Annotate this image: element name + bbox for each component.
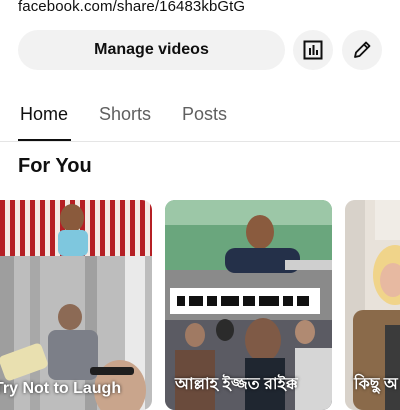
short-title: Try Not to Laugh <box>0 380 122 397</box>
tab-posts[interactable]: Posts <box>182 104 227 125</box>
tab-shorts[interactable]: Shorts <box>99 104 151 125</box>
tabs-divider <box>0 141 400 142</box>
manage-videos-button[interactable]: Manage videos <box>18 30 285 70</box>
analytics-icon <box>303 40 323 60</box>
short-card[interactable]: আল্লাহ ইজ্জত রাইক্ক <box>165 200 332 410</box>
short-title: আল্লাহ ইজ্জত রাইক্ক <box>175 376 298 393</box>
pencil-icon <box>354 41 371 58</box>
tab-home[interactable]: Home <box>20 104 68 125</box>
analytics-button[interactable] <box>293 30 333 70</box>
edit-button[interactable] <box>342 30 382 70</box>
short-card[interactable]: কিছু অ <box>345 200 400 410</box>
short-thumbnail <box>0 200 152 410</box>
short-title: কিছু অ <box>354 376 398 393</box>
short-card[interactable]: Try Not to Laugh <box>0 200 152 410</box>
channel-tabs: Home Shorts Posts <box>0 100 400 142</box>
share-link-text[interactable]: facebook.com/share/16483kbGtG <box>18 0 245 15</box>
section-title: For You <box>18 155 92 177</box>
manage-videos-label: Manage videos <box>94 41 209 58</box>
